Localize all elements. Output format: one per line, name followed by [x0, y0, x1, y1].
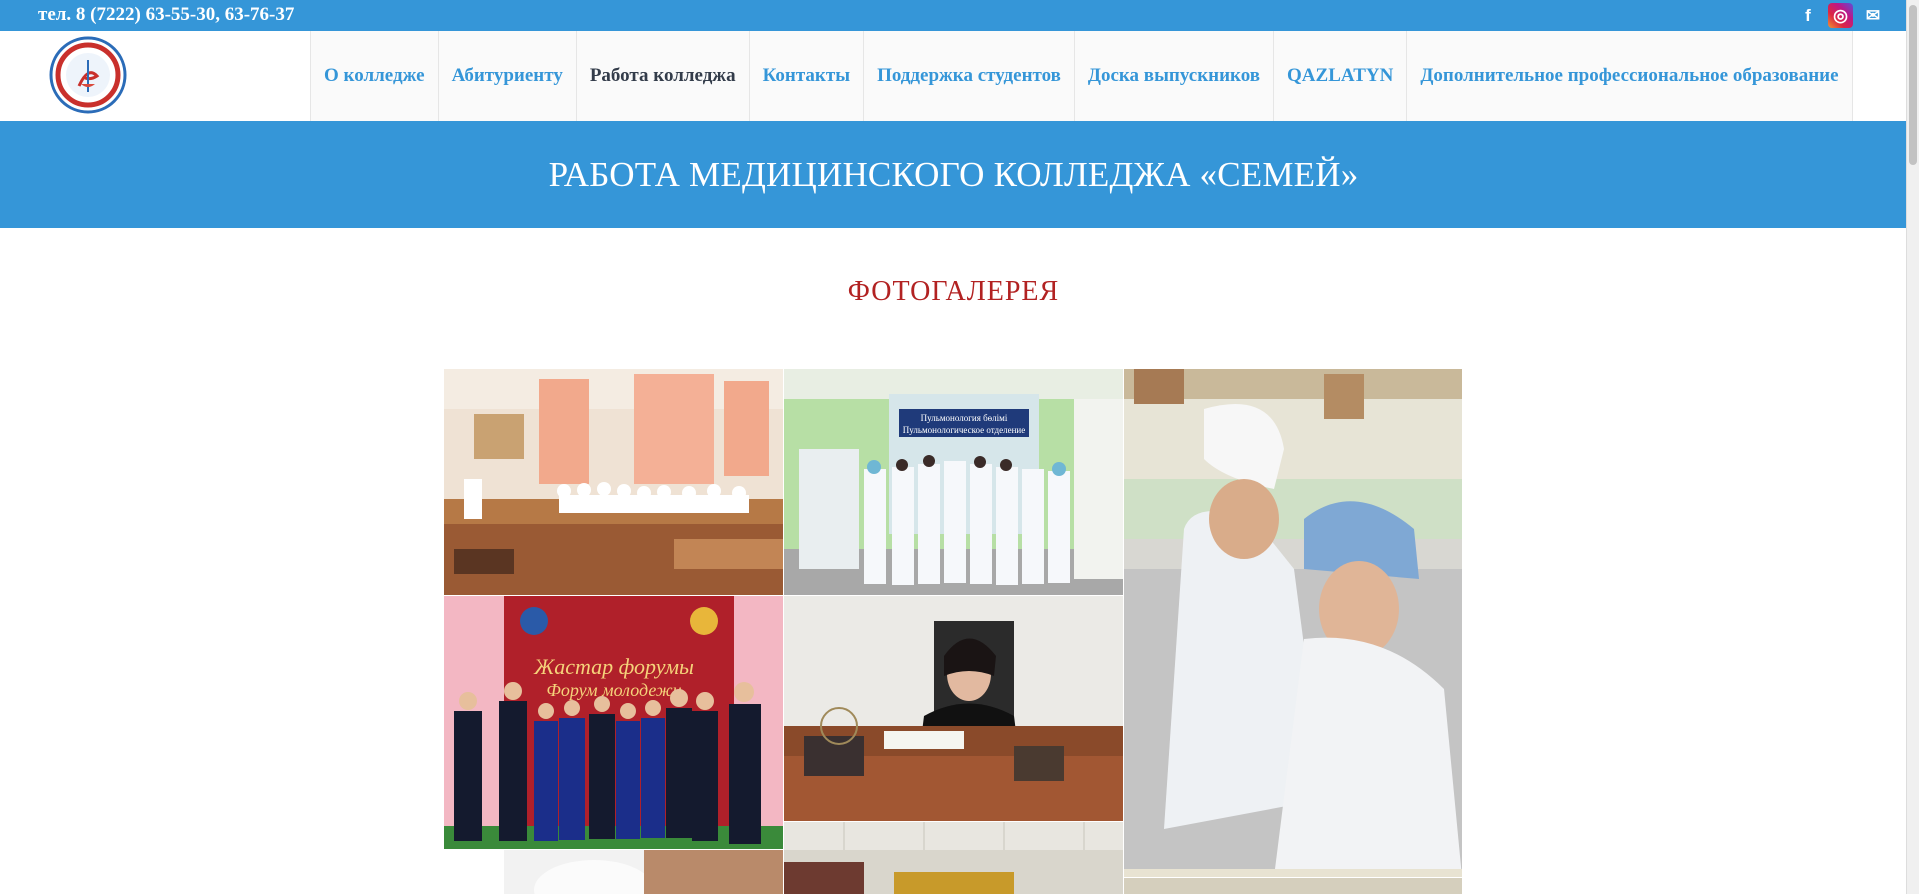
page-banner: РАБОТА МЕДИЦИНСКОГО КОЛЛЕДЖА «СЕМЕЙ» — [0, 121, 1907, 228]
scrollbar-thumb[interactable] — [1909, 5, 1917, 165]
main-nav: О колледже Абитуриенту Работа колледжа К… — [310, 31, 1853, 121]
nav-item-college-work[interactable]: Работа колледжа — [575, 31, 749, 121]
facebook-icon[interactable]: f — [1796, 4, 1820, 28]
gallery-photo-youth-forum[interactable]: Жастар форумы Форум молодежи — [444, 596, 783, 849]
nav-item-contacts[interactable]: Контакты — [748, 31, 864, 121]
gallery-photo-lab[interactable] — [444, 850, 783, 894]
nav-item-graduates-board[interactable]: Доска выпускников — [1073, 31, 1274, 121]
nav-item-qazlatyn[interactable]: QAZLATYN — [1273, 31, 1407, 121]
poster-text: Жастар форумы — [533, 654, 694, 679]
gallery-photo-classroom[interactable] — [444, 369, 783, 595]
instagram-icon[interactable]: ◎ — [1828, 3, 1853, 28]
gallery-title: ФОТОГАЛЕРЕЯ — [847, 276, 1060, 307]
nav-item-about[interactable]: О колледже — [310, 31, 438, 121]
poster-text: Пульмонологическое отделение — [903, 425, 1025, 435]
page-scrollbar[interactable] — [1906, 0, 1919, 894]
gallery-photo-extra[interactable] — [1124, 878, 1462, 894]
page-title: РАБОТА МЕДИЦИНСКОГО КОЛЛЕДЖА «СЕМЕЙ» — [548, 154, 1359, 194]
site-header: О колледже Абитуриенту Работа колледжа К… — [0, 31, 1907, 122]
gallery-photo-hall[interactable] — [784, 822, 1123, 894]
phone-number: тел. 8 (7222) 63-55-30, 63-76-37 — [38, 4, 295, 25]
mail-icon[interactable]: ✉ — [1861, 4, 1885, 28]
gallery-photo-pulmonology[interactable]: Пульмонология бөлімі Пульмонологическое … — [784, 369, 1123, 595]
gallery-photo-nurses[interactable] — [1124, 369, 1462, 877]
top-bar: тел. 8 (7222) 63-55-30, 63-76-37 f ◎ ✉ — [0, 0, 1907, 31]
nav-item-student-support[interactable]: Поддержка студентов — [863, 31, 1074, 121]
poster-text: Пульмонология бөлімі — [921, 413, 1008, 423]
poster-text: Форум молодежи — [546, 680, 681, 700]
nav-item-applicants[interactable]: Абитуриенту — [437, 31, 576, 121]
gallery-photo-director[interactable] — [784, 596, 1123, 821]
social-links: f ◎ ✉ — [1796, 3, 1885, 28]
nav-item-continuing-education[interactable]: Дополнительное профессиональное образова… — [1406, 31, 1853, 121]
college-logo[interactable] — [49, 36, 127, 114]
